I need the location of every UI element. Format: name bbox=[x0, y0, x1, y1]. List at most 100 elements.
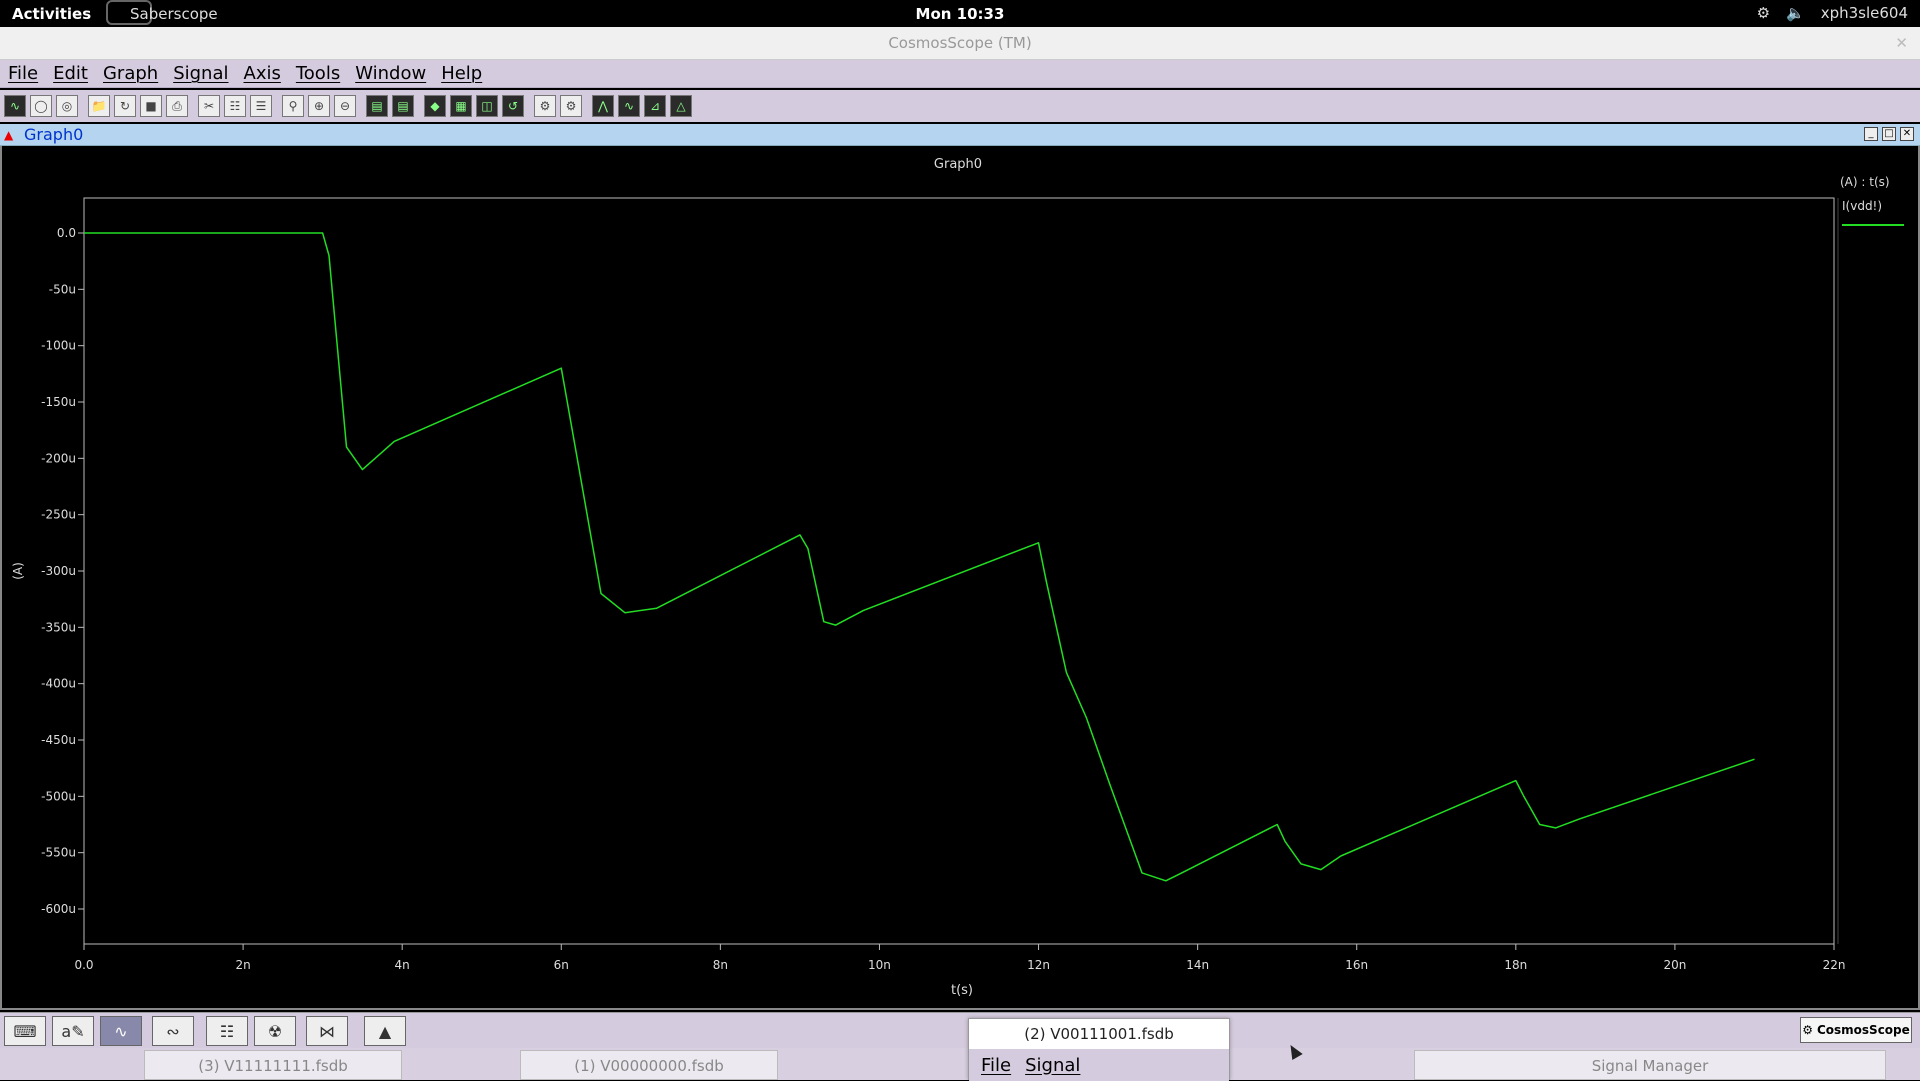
y-tick-label: 0.0 bbox=[57, 226, 76, 240]
fsdb-window-title[interactable]: (2) V00111001.fsdb bbox=[969, 1019, 1229, 1049]
close-icon[interactable]: ✕ bbox=[1895, 27, 1908, 60]
graph-tab-title[interactable]: Graph0 bbox=[24, 125, 83, 144]
menu-graph[interactable]: Graph bbox=[103, 63, 158, 84]
new-graph-icon[interactable]: ∿ bbox=[4, 95, 26, 117]
app-menu[interactable]: Saberscope bbox=[130, 5, 218, 23]
brand-logo-icon: ⚙ bbox=[1802, 1023, 1813, 1037]
split-icon[interactable]: ◫ bbox=[476, 95, 498, 117]
radiation-icon[interactable]: ☢ bbox=[254, 1016, 296, 1046]
x-tick-label: 22n bbox=[1823, 958, 1846, 972]
zoom-in-icon[interactable]: ⊕ bbox=[308, 95, 330, 117]
menu-window[interactable]: Window bbox=[355, 63, 426, 84]
x-tick-label: 2n bbox=[235, 958, 250, 972]
y-tick-label: -50u bbox=[49, 282, 76, 296]
delta-icon[interactable]: △ bbox=[670, 95, 692, 117]
layout-icon[interactable]: ▤ bbox=[366, 95, 388, 117]
restore-icon[interactable]: □ bbox=[1882, 127, 1896, 141]
plot-area[interactable]: Graph0 0.0 -50u -100u -150u -200u -250u -300u -… bbox=[0, 146, 1920, 1010]
y-tick-label: -450u bbox=[41, 733, 76, 747]
volume-icon[interactable]: 🔈 bbox=[1786, 4, 1805, 22]
legend-header: (A) : t(s) bbox=[1840, 175, 1890, 189]
x-tick-label: 14n bbox=[1186, 958, 1209, 972]
x-tick-label: 12n bbox=[1027, 958, 1050, 972]
x-tick-label: 4n bbox=[395, 958, 410, 972]
cosmosscope-brand[interactable]: ⚙ CosmosScope bbox=[1800, 1017, 1912, 1043]
waveform-icon[interactable]: ∿ bbox=[100, 1016, 142, 1046]
cursor-icon[interactable]: ⊿ bbox=[644, 95, 666, 117]
system-tray[interactable]: ⚙ 🔈 xph3sle604 bbox=[1757, 4, 1908, 22]
accessibility-icon[interactable]: ⚙ bbox=[1757, 4, 1770, 22]
keyboard-icon[interactable]: ⌨ bbox=[4, 1016, 46, 1046]
menu-tools[interactable]: Tools bbox=[296, 63, 340, 84]
open-icon[interactable]: 📁 bbox=[88, 95, 110, 117]
cut-icon[interactable]: ✂ bbox=[198, 95, 220, 117]
copy-icon[interactable]: ☷ bbox=[224, 95, 246, 117]
x-axis: 0.0 2n 4n 6n 8n 10n 12n 14n 16n 18n 20n 22n bbox=[74, 944, 1845, 972]
x-tick-label: 6n bbox=[554, 958, 569, 972]
task-v00000000[interactable]: (1) V00000000.fsdb bbox=[520, 1050, 778, 1080]
marker-icon[interactable]: ⋀ bbox=[592, 95, 614, 117]
fsdb-menu-signal[interactable]: Signal bbox=[1025, 1055, 1080, 1076]
task-signal-manager[interactable]: Signal Manager bbox=[1414, 1050, 1886, 1080]
x-tick-label: 8n bbox=[713, 958, 728, 972]
cycle-icon[interactable]: ↺ bbox=[502, 95, 524, 117]
annotate-icon[interactable]: a✎ bbox=[52, 1016, 94, 1046]
series-group bbox=[84, 232, 1755, 882]
fsdb-window[interactable]: (2) V00111001.fsdb File Signal bbox=[968, 1018, 1230, 1081]
y-tick-label: -100u bbox=[41, 339, 76, 353]
menu-bar: File Edit Graph Signal Axis Tools Window… bbox=[0, 60, 1920, 88]
y-axis-label: (A) bbox=[11, 562, 25, 580]
y-tick-label: -150u bbox=[41, 395, 76, 409]
y-tick-label: -400u bbox=[41, 677, 76, 691]
fsdb-menu-file[interactable]: File bbox=[981, 1055, 1011, 1076]
activities-button[interactable]: Activities bbox=[12, 5, 91, 23]
legend-entry-label[interactable]: I(vdd!) bbox=[1842, 199, 1882, 213]
measure-icon[interactable]: ◆ bbox=[424, 95, 446, 117]
zoom-out-icon[interactable]: ⊖ bbox=[334, 95, 356, 117]
plot-frame bbox=[83, 197, 1835, 945]
menu-signal[interactable]: Signal bbox=[173, 63, 228, 84]
menu-help[interactable]: Help bbox=[441, 63, 482, 84]
stripes-icon[interactable]: ▤ bbox=[392, 95, 414, 117]
bottom-toolbar: ⌨ a✎ ∿ ∾ ☷ ☢ ⋈ ▲ ⚙ CosmosScope bbox=[0, 1012, 1920, 1048]
toolbar: ∿ ◯ ◎ 📁 ↻ ■ ⎙ ✂ ☷ ☰ ⚲ ⊕ ⊖ ▤ ▤ ◆ ▦ ◫ ↺ ⚙ … bbox=[0, 90, 1920, 122]
save-icon[interactable]: ■ bbox=[140, 95, 162, 117]
y-tick-label: -350u bbox=[41, 620, 76, 634]
series-line[interactable] bbox=[84, 232, 1755, 882]
print-icon[interactable]: ⎙ bbox=[166, 95, 188, 117]
wave-icon[interactable]: ∿ bbox=[618, 95, 640, 117]
grid-icon[interactable]: ▦ bbox=[450, 95, 472, 117]
stack-icon[interactable]: ◯ bbox=[30, 95, 52, 117]
x-axis-label: t(s) bbox=[951, 983, 973, 998]
menu-file[interactable]: File bbox=[8, 63, 38, 84]
close-graph-icon[interactable]: ✕ bbox=[1900, 127, 1914, 141]
bug-icon[interactable]: ⚙ bbox=[534, 95, 556, 117]
x-tick-label: 10n bbox=[868, 958, 891, 972]
graph-icon: ▲ bbox=[4, 128, 14, 142]
task-v11111111[interactable]: (3) V11111111.fsdb bbox=[144, 1050, 402, 1080]
menu-edit[interactable]: Edit bbox=[53, 63, 88, 84]
graph-window-header: ▲ Graph0 _ □ ✕ bbox=[0, 124, 1920, 146]
signal-tool-icon[interactable]: ∾ bbox=[152, 1016, 194, 1046]
y-tick-label: -300u bbox=[41, 564, 76, 578]
schematic-icon[interactable]: ⋈ bbox=[306, 1016, 348, 1046]
clock[interactable]: Mon 10:33 bbox=[0, 5, 1920, 23]
user-menu[interactable]: xph3sle604 bbox=[1821, 4, 1908, 22]
x-tick-label: 16n bbox=[1345, 958, 1368, 972]
y-tick-label: -600u bbox=[41, 902, 76, 916]
y-tick-label: -250u bbox=[41, 508, 76, 522]
calculator-icon[interactable]: ☷ bbox=[206, 1016, 248, 1046]
minimize-icon[interactable]: _ bbox=[1864, 127, 1878, 141]
window-list: (3) V11111111.fsdb (1) V00000000.fsdb Si… bbox=[0, 1048, 1920, 1080]
waveform-chart[interactable]: Graph0 0.0 -50u -100u -150u -200u -250u -300u -… bbox=[2, 146, 1918, 1008]
target-icon[interactable]: ◎ bbox=[56, 95, 78, 117]
menu-axis[interactable]: Axis bbox=[244, 63, 281, 84]
zoom-fit-icon[interactable]: ⚲ bbox=[282, 95, 304, 117]
reload-icon[interactable]: ↻ bbox=[114, 95, 136, 117]
bug2-icon[interactable]: ⚙ bbox=[560, 95, 582, 117]
chart-title: Graph0 bbox=[934, 157, 982, 172]
paste-icon[interactable]: ☰ bbox=[250, 95, 272, 117]
matlab-icon[interactable]: ▲ bbox=[364, 1016, 406, 1046]
brand-label: CosmosScope bbox=[1816, 1023, 1910, 1037]
x-tick-label: 0.0 bbox=[74, 958, 93, 972]
